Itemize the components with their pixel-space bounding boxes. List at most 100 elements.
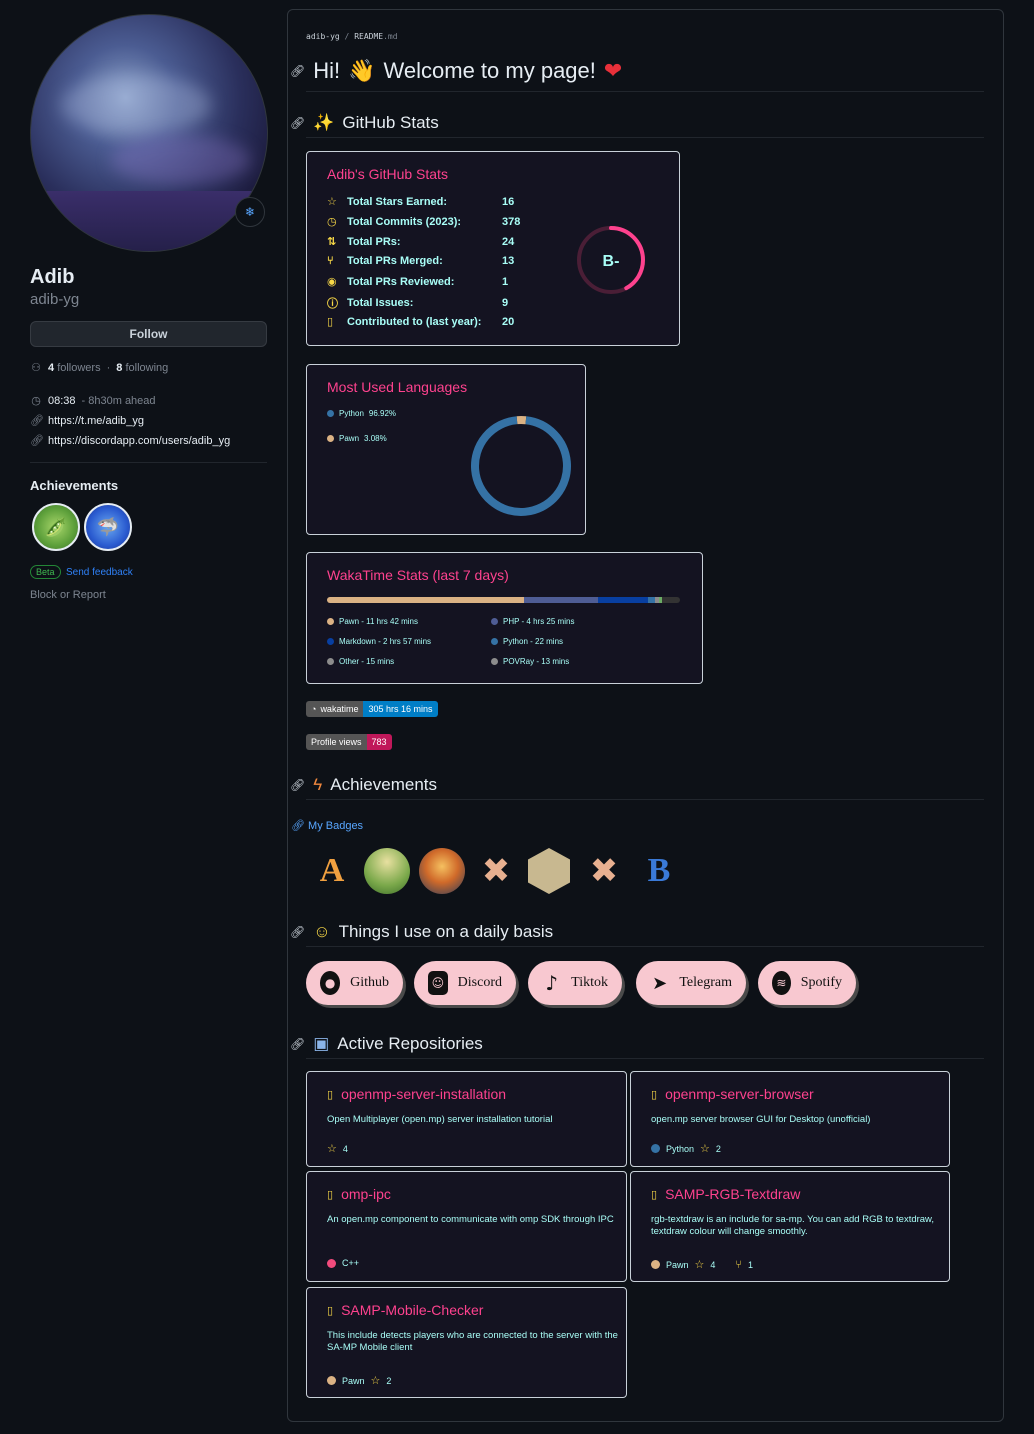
language-item: Python 96.92% bbox=[327, 409, 396, 418]
stat-row: ⇅ Total PRs: 24 bbox=[327, 235, 515, 249]
link-icon: 🔗︎ bbox=[30, 415, 44, 427]
my-badges-link[interactable]: 🔗︎ My Badges bbox=[291, 819, 363, 832]
anchor-link-icon[interactable]: 🔗︎ bbox=[290, 116, 305, 130]
social-link-telegram[interactable]: 🔗︎ https://t.me/adib_yg bbox=[30, 415, 144, 427]
local-time: 08:38 bbox=[48, 395, 76, 407]
waka-item: PHP - 4 hrs 25 mins bbox=[491, 617, 574, 626]
repo-card[interactable]: ▯ SAMP-Mobile-Checker This include detect… bbox=[306, 1287, 627, 1398]
repo-icon: ▯ bbox=[327, 316, 334, 328]
stat-row: ◉ Total PRs Reviewed: 1 bbox=[327, 275, 509, 289]
waka-item: POVRay - 13 mins bbox=[491, 657, 569, 666]
badge-bandage-2-icon[interactable]: ✖ bbox=[471, 846, 521, 896]
most-used-languages-card[interactable]: Most Used Languages Python 96.92% Pawn 3.0… bbox=[306, 364, 586, 535]
repo-card[interactable]: ▯ omp-ipc An open.mp component to communi… bbox=[306, 1171, 627, 1282]
repo-card[interactable]: ▯ openmp-server-browser open.mp server br… bbox=[630, 1071, 950, 1167]
anchor-link-icon[interactable]: 🔗︎ bbox=[290, 1037, 305, 1051]
heading-achievements: 🔗︎ ϟ Achievements bbox=[290, 775, 438, 794]
block-or-report-link[interactable]: Block or Report bbox=[30, 589, 106, 601]
repo-description: open.mp server browser GUI for Desktop (… bbox=[651, 1114, 871, 1125]
star-icon: ☆ bbox=[700, 1143, 710, 1155]
waka-bar-segment-php bbox=[523, 597, 599, 603]
repo-title[interactable]: ▯ openmp-server-installation bbox=[327, 1086, 506, 1102]
badge-sunset-icon[interactable] bbox=[417, 846, 467, 896]
stat-row: ⓘ Total Issues: 9 bbox=[327, 297, 509, 310]
discord-icon: ☺ bbox=[428, 971, 448, 995]
social-link-discord[interactable]: 🔗︎ https://discordapp.com/users/adib_yg bbox=[30, 435, 230, 447]
badge-letter-b-icon[interactable]: B bbox=[634, 846, 684, 896]
tiktok-button[interactable]: ♪ Tiktok bbox=[528, 961, 622, 1005]
donut-slice-python bbox=[471, 416, 571, 516]
heading-github-stats: 🔗︎ ✨ GitHub Stats bbox=[290, 113, 439, 132]
repo-description: Open Multiplayer (open.mp) server instal… bbox=[327, 1114, 553, 1125]
heading-welcome: 🔗︎ Hi! 👋 Welcome to my page! ❤ bbox=[290, 58, 623, 83]
achievement-pair-extraordinaire-badge[interactable]: 🫛 bbox=[32, 503, 80, 551]
waka-item: Other - 15 mins bbox=[327, 657, 394, 666]
repo-book-icon: ▯ bbox=[327, 1088, 334, 1101]
local-time-line: ◷ 08:38 - 8h30m ahead bbox=[30, 395, 156, 407]
github-button[interactable]: ● Github bbox=[306, 961, 403, 1005]
discord-button[interactable]: ☺ Discord bbox=[414, 961, 516, 1005]
waka-bar-segment-markdown bbox=[598, 597, 649, 603]
following-link[interactable]: 8 following bbox=[116, 362, 168, 374]
github-icon: ● bbox=[320, 971, 341, 995]
badge-bandage-3-icon[interactable]: ✖ bbox=[579, 846, 629, 896]
telegram-button[interactable]: ➤ Telegram bbox=[636, 961, 746, 1005]
issue-icon: ⓘ bbox=[327, 298, 338, 310]
anchor-link-icon[interactable]: 🔗︎ bbox=[290, 64, 305, 78]
time-offset: - 8h30m ahead bbox=[81, 395, 156, 407]
achievements-title: Achievements bbox=[30, 478, 119, 493]
eye-icon: ◉ bbox=[327, 276, 337, 288]
repo-meta: Python ☆ 2 bbox=[651, 1142, 721, 1155]
spotify-icon: ≋ bbox=[772, 971, 791, 995]
follow-button[interactable]: Follow bbox=[30, 321, 267, 347]
wakatime-shield[interactable]: ◔ wakatime 305 hrs 16 mins bbox=[306, 701, 438, 717]
achievement-pull-shark-badge[interactable]: 🦈 bbox=[84, 503, 132, 551]
send-feedback-link[interactable]: Send feedback bbox=[66, 567, 133, 578]
status-snowflake-icon[interactable]: ❄ bbox=[235, 197, 265, 227]
stat-row: ▯ Contributed to (last year): 20 bbox=[327, 315, 515, 329]
heading-rule bbox=[306, 91, 984, 92]
merge-icon: ⑂ bbox=[327, 255, 334, 267]
star-icon: ☆ bbox=[327, 1143, 337, 1155]
repo-book-icon: ▯ bbox=[327, 1188, 334, 1201]
telegram-icon: ➤ bbox=[652, 972, 668, 994]
badge-landscape-icon[interactable] bbox=[362, 846, 412, 896]
wakatime-icon: ◔ bbox=[311, 704, 317, 714]
badge-letter-a-icon[interactable]: A bbox=[307, 846, 357, 896]
sparkles-icon: ✨ bbox=[313, 113, 335, 132]
repo-title[interactable]: ▯ SAMP-Mobile-Checker bbox=[327, 1302, 483, 1318]
repo-title[interactable]: ▯ openmp-server-browser bbox=[651, 1086, 814, 1102]
clock-icon: ◷ bbox=[327, 216, 337, 228]
spotify-button[interactable]: ≋ Spotify bbox=[758, 961, 856, 1005]
people-icon: ⚇ bbox=[31, 362, 41, 374]
repo-title[interactable]: ▯ omp-ipc bbox=[327, 1186, 391, 1202]
repo-card[interactable]: ▯ openmp-server-installation Open Multipl… bbox=[306, 1071, 627, 1167]
github-stats-card[interactable]: Adib's GitHub Stats ☆ Total Stars Earned:… bbox=[306, 151, 680, 346]
star-icon: ☆ bbox=[327, 196, 337, 208]
language-item: Pawn 3.08% bbox=[327, 434, 387, 443]
heading-rule bbox=[306, 946, 984, 947]
wakatime-stats-card[interactable]: WakaTime Stats (last 7 days) Pawn - 11 h… bbox=[306, 552, 703, 684]
waka-progress-bar bbox=[327, 597, 680, 603]
breadcrumb-file: README bbox=[354, 32, 384, 41]
anchor-link-icon[interactable]: 🔗︎ bbox=[290, 925, 305, 939]
repo-title[interactable]: ▯ SAMP-RGB-Textdraw bbox=[651, 1186, 800, 1202]
breadcrumb-user[interactable]: adib-yg bbox=[306, 32, 340, 41]
star-icon: ☆ bbox=[694, 1259, 705, 1271]
stat-row: ◷ Total Commits (2023): 378 bbox=[327, 215, 521, 229]
sidebar-divider bbox=[30, 462, 267, 463]
avatar[interactable] bbox=[30, 14, 268, 252]
link-icon: 🔗︎ bbox=[30, 435, 44, 447]
fork-icon: ⑂ bbox=[735, 1258, 743, 1271]
breadcrumb: adib-yg / README.md bbox=[306, 32, 398, 41]
repo-card[interactable]: ▯ SAMP-RGB-Textdraw rgb-textdraw is an in… bbox=[630, 1171, 950, 1282]
followers-link[interactable]: 4 followers bbox=[48, 362, 101, 374]
badge-feather-icon[interactable] bbox=[524, 846, 574, 896]
anchor-link-icon[interactable]: 🔗︎ bbox=[290, 778, 305, 792]
rank-ring: B- bbox=[577, 226, 645, 294]
languages-card-title: Most Used Languages bbox=[327, 379, 468, 395]
profile-views-shield: Profile views 783 bbox=[306, 734, 392, 750]
heading-rule bbox=[306, 1058, 984, 1059]
stats-card-title: Adib's GitHub Stats bbox=[327, 166, 448, 182]
beta-badge: Beta bbox=[30, 565, 61, 579]
